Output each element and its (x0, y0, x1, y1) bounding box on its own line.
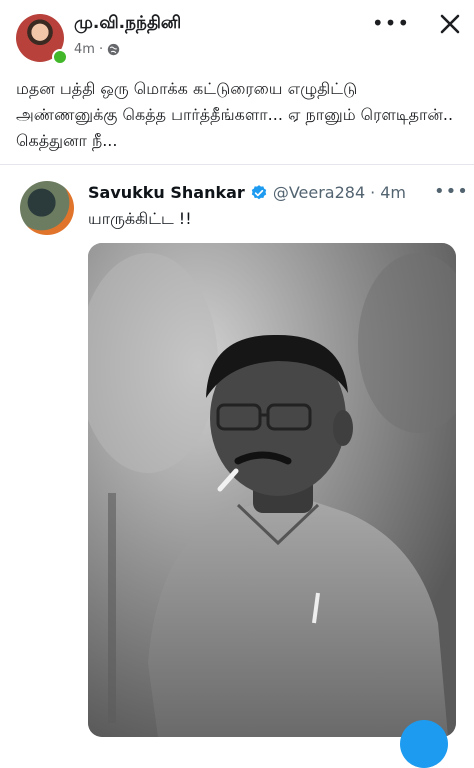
verified-badge-icon (251, 184, 267, 199)
tweet-author-avatar[interactable] (20, 181, 74, 235)
online-status-dot (52, 49, 68, 65)
tweet-time[interactable]: 4m (380, 183, 406, 202)
post-body-text: மதன பத்தி ஒரு மொக்க கட்டுரையை எழுதிட்டு … (16, 79, 454, 150)
close-icon[interactable] (436, 10, 464, 38)
portrait-photo (88, 243, 456, 737)
globe-icon (107, 43, 120, 56)
post-time[interactable]: 4m (74, 42, 95, 57)
tweet-author-line: Savukku Shankar @Veera284 · 4m (88, 183, 406, 202)
meta-dot: · (98, 42, 104, 57)
tweet-author-name[interactable]: Savukku Shankar (88, 183, 245, 202)
post-meta: 4m · (74, 42, 120, 57)
tweet-handle[interactable]: @Veera284 (273, 183, 365, 202)
embedded-tweet[interactable]: Savukku Shankar @Veera284 · 4m ••• யாருக… (0, 165, 474, 745)
tweet-separator: · (370, 183, 376, 202)
floating-action-button[interactable] (400, 720, 448, 768)
author-name[interactable]: மு.வி.நந்தினி (74, 13, 181, 35)
tweet-photo[interactable] (88, 243, 456, 737)
tweet-more-icon[interactable]: ••• (434, 181, 469, 202)
tweet-text: யாருக்கிட்ட !! (88, 209, 192, 228)
more-options-icon[interactable]: ••• (372, 10, 409, 36)
post-header: மு.வி.நந்தினி 4m · ••• (0, 0, 474, 70)
